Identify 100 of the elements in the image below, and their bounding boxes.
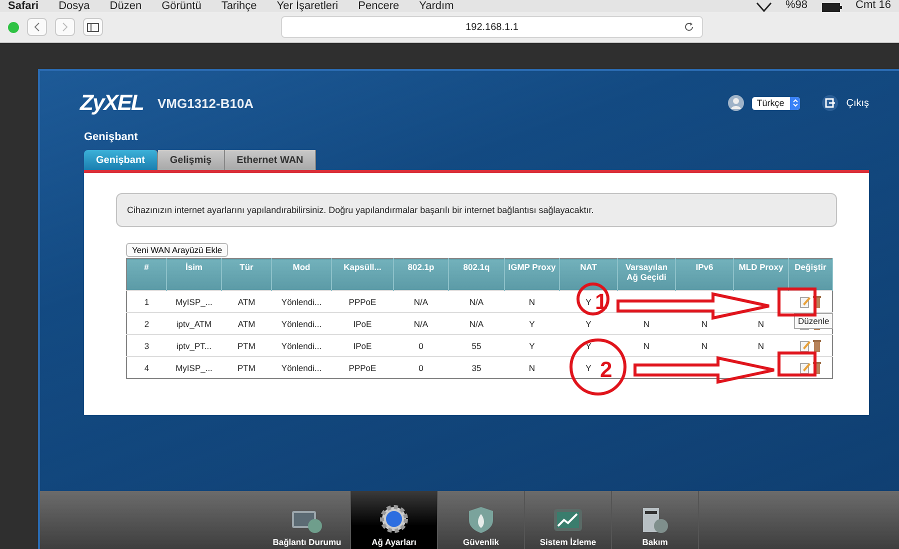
sidebar-icon	[87, 22, 99, 32]
nav-tab[interactable]: Bağlantı Durumu	[264, 491, 351, 549]
trash-icon[interactable]	[812, 362, 821, 374]
annotation-number: 2	[600, 357, 612, 382]
column-header: İsim	[166, 258, 222, 290]
wifi-icon	[756, 2, 772, 12]
table-cell: 3	[126, 334, 166, 356]
table-cell: N	[734, 334, 788, 356]
column-header: Mod	[272, 258, 332, 290]
table-cell: Y	[504, 312, 560, 334]
table-cell: N	[504, 356, 560, 378]
table-cell: N/A	[448, 290, 504, 312]
menu-item[interactable]: Düzen	[110, 0, 142, 12]
menu-item[interactable]: Dosya	[58, 0, 90, 12]
info-message: Cihazınızın internet ayarlarını yapılandırabilirsiniz. Doğru yapılandırmalar başarılı bir internet bağlantısı sağlayacaktır.	[116, 193, 837, 227]
column-header: #	[126, 258, 166, 290]
table-cell: Yönlendi...	[272, 356, 332, 378]
table-cell: iptv_PT...	[166, 334, 222, 356]
trash-icon[interactable]	[812, 340, 821, 352]
table-cell: 2	[126, 312, 166, 334]
table-cell: N/A	[394, 312, 448, 334]
sidebar-button[interactable]	[83, 18, 103, 36]
brand-logo: ZyXEL	[80, 90, 144, 116]
table-cell: 55	[448, 334, 504, 356]
edit-icon[interactable]	[800, 362, 811, 374]
chart-monitor-icon	[553, 508, 583, 534]
menu-item[interactable]: Görüntü	[162, 0, 202, 12]
table-cell: N	[618, 312, 676, 334]
tools-icon	[641, 506, 669, 534]
table-cell: 0	[394, 356, 448, 378]
address-field[interactable]: 192.168.1.1	[281, 16, 703, 38]
menubar-clock: Cmt 16	[856, 0, 891, 11]
table-cell: iptv_ATM	[166, 312, 222, 334]
table-cell: PTM	[222, 334, 272, 356]
column-header: Tür	[222, 258, 272, 290]
table-cell: 35	[448, 356, 504, 378]
table-cell: Y	[560, 312, 618, 334]
shield-icon	[468, 506, 494, 534]
chevron-updown-icon	[792, 99, 798, 107]
column-header: MLD Proxy	[734, 258, 788, 290]
menu-item[interactable]: Safari	[8, 0, 39, 12]
table-cell: ATM	[222, 290, 272, 312]
table-cell: MyISP_...	[166, 356, 222, 378]
column-header: Değiştir	[788, 258, 832, 290]
nav-tab[interactable]: Bakım	[612, 491, 699, 549]
nav-tab[interactable]: Güvenlik	[438, 491, 525, 549]
column-header: Varsayılan Ağ Geçidi	[618, 258, 676, 290]
reload-icon[interactable]	[684, 22, 694, 32]
add-wan-button[interactable]: Yeni WAN Arayüzü Ekle	[126, 243, 228, 257]
table-cell: Yönlendi...	[272, 334, 332, 356]
column-header: 802.1p	[394, 258, 448, 290]
chevron-left-icon	[34, 22, 40, 32]
highlight-rectangle	[778, 352, 816, 376]
chevron-right-icon	[62, 22, 68, 32]
table-cell: PTM	[222, 356, 272, 378]
column-header: 802.1q	[448, 258, 504, 290]
battery-icon	[822, 2, 842, 12]
nav-tab[interactable]: Ağ Ayarları	[351, 491, 438, 549]
column-header: IPv6	[676, 258, 734, 290]
table-cell: 0	[394, 334, 448, 356]
column-header: NAT	[560, 258, 618, 290]
table-cell: ATM	[222, 312, 272, 334]
tab[interactable]: Ethernet WAN	[224, 150, 316, 170]
table-cell: N	[676, 312, 734, 334]
nav-tab[interactable]: Sistem İzleme	[525, 491, 612, 549]
back-button[interactable]	[27, 18, 47, 36]
tab[interactable]: Gelişmiş	[158, 150, 225, 170]
table-cell: N	[504, 290, 560, 312]
monitor-globe-icon	[291, 508, 323, 534]
circle-annotation	[570, 338, 626, 396]
highlight-rectangle	[778, 288, 816, 316]
table-cell: Y	[504, 334, 560, 356]
table-cell: Yönlendi...	[272, 290, 332, 312]
battery-percent: %98	[786, 0, 808, 11]
menu-item[interactable]: Pencere	[358, 0, 400, 12]
trash-icon[interactable]	[812, 296, 821, 308]
gear-icon	[379, 504, 409, 534]
model-name: VMG1312-B10A	[157, 96, 254, 110]
table-cell: N	[676, 334, 734, 356]
table-cell: PPPoE	[332, 290, 394, 312]
table-cell: N	[618, 334, 676, 356]
table-cell: Yönlendi...	[272, 312, 332, 334]
section-title: Genişbant	[83, 130, 139, 143]
logout-link[interactable]: Çıkış	[846, 98, 869, 108]
table-cell: IPoE	[332, 312, 394, 334]
table-cell: N/A	[394, 290, 448, 312]
logout-icon[interactable]	[822, 95, 838, 111]
language-select[interactable]: Türkçe	[752, 96, 800, 110]
table-cell: PPPoE	[332, 356, 394, 378]
edit-icon[interactable]	[800, 340, 811, 352]
user-avatar-icon	[728, 95, 744, 111]
table-cell: N/A	[448, 312, 504, 334]
table-cell: 1	[126, 290, 166, 312]
column-header: IGMP Proxy	[504, 258, 560, 290]
menu-item[interactable]: Yardım	[419, 0, 454, 12]
edit-icon[interactable]	[800, 296, 811, 308]
table-cell: IPoE	[332, 334, 394, 356]
table-cell: MyISP_...	[166, 290, 222, 312]
menu-item[interactable]: Tarihçe	[221, 0, 257, 12]
column-header: Kapsüll...	[332, 258, 394, 290]
